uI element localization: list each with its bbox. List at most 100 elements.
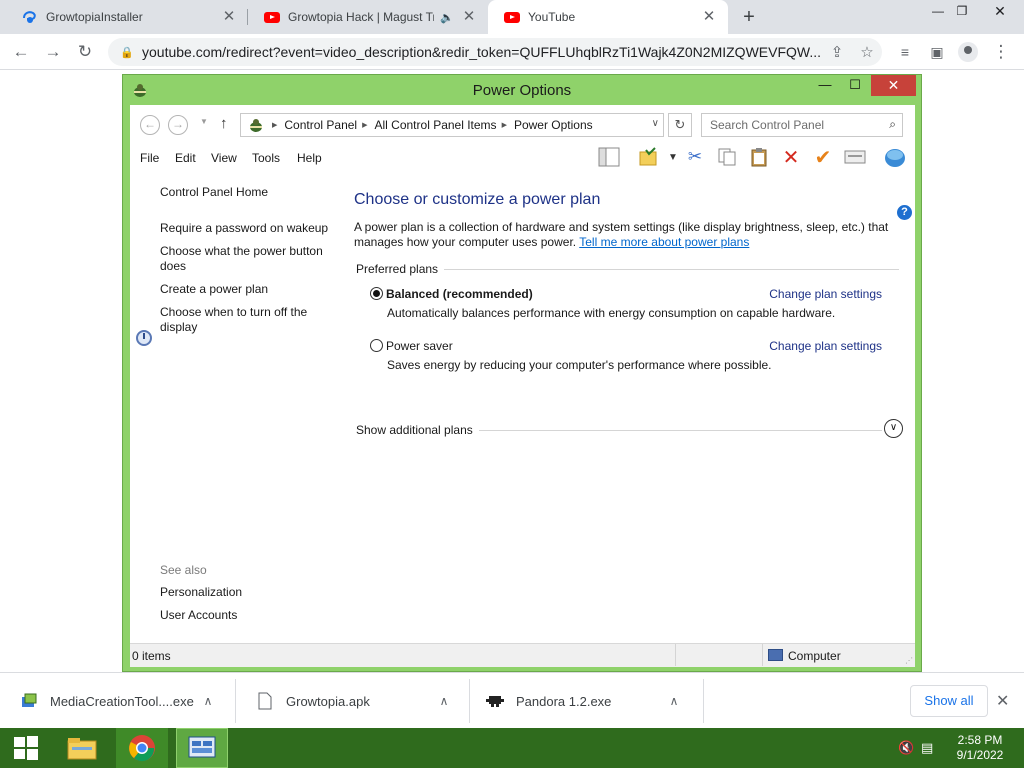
download-item[interactable]: Pandora 1.2.exe ∧ (470, 673, 704, 729)
menu-file[interactable]: File (140, 151, 159, 165)
network-icon[interactable]: ▤ (921, 740, 933, 756)
paste-icon[interactable] (746, 144, 772, 170)
personalization-link[interactable]: Personalization (160, 585, 340, 600)
chrome-icon (129, 735, 155, 762)
close-window-button[interactable]: ✕ (984, 0, 1016, 24)
recent-locations-dropdown[interactable]: ▼ (200, 117, 208, 126)
folder-check-icon[interactable] (636, 144, 662, 170)
search-icon[interactable]: ⌕ (889, 117, 896, 132)
tab-growtopia-installer[interactable]: GrowtopiaInstaller ✕ (6, 0, 248, 34)
chevron-down-icon[interactable]: ∨ (652, 118, 659, 129)
change-plan-settings-link[interactable]: Change plan settings (769, 339, 882, 353)
computer-icon (768, 649, 783, 661)
download-item[interactable]: MediaCreationTool....exe ∧ (0, 673, 236, 729)
lock-icon[interactable]: 🔒 (120, 46, 136, 59)
url-text[interactable]: youtube.com/redirect?event=video_descrip… (142, 44, 822, 60)
download-name[interactable]: Growtopia.apk (286, 694, 434, 709)
new-tab-button[interactable]: + (738, 6, 760, 28)
profile-avatar[interactable] (958, 42, 978, 62)
menu-kebab-icon[interactable]: ⋮ (988, 39, 1014, 65)
speaker-icon[interactable]: 🔈 (440, 11, 454, 24)
chevron-right-icon[interactable]: ▶ (502, 121, 507, 129)
globe-icon[interactable] (882, 144, 908, 170)
user-accounts-link[interactable]: User Accounts (160, 608, 340, 623)
maximize-button[interactable]: ☐ (841, 75, 869, 96)
reload-button[interactable]: ↻ (72, 39, 98, 65)
forward-button[interactable]: → (40, 39, 66, 65)
tab-growtopia-hack[interactable]: Growtopia Hack | Magust Tra 🔈 ✕ (248, 0, 488, 34)
breadcrumb[interactable]: ▶ Control Panel ▶ All Control Panel Item… (240, 113, 664, 137)
side-panel-icon[interactable]: ▣ (924, 39, 950, 65)
change-plan-settings-link[interactable]: Change plan settings (769, 287, 882, 301)
window-title: Power Options (472, 82, 572, 99)
menu-tools[interactable]: Tools (252, 151, 280, 165)
chevron-up-icon[interactable]: ∧ (434, 694, 454, 708)
chrome-button[interactable] (116, 728, 168, 768)
delete-icon[interactable]: ✕ (778, 144, 804, 170)
back-button[interactable]: ← (8, 39, 34, 65)
menu-edit[interactable]: Edit (175, 151, 196, 165)
start-button[interactable] (0, 728, 52, 768)
turn-off-display-link[interactable]: Choose when to turn off the display (160, 305, 320, 335)
tab-youtube[interactable]: YouTube ✕ (488, 0, 728, 34)
create-plan-link[interactable]: Create a power plan (160, 282, 340, 297)
volume-muted-icon[interactable]: 🔇 (898, 740, 914, 756)
control-panel-icon (245, 116, 267, 134)
pandora-app-icon (486, 692, 504, 710)
file-explorer-button[interactable] (56, 728, 108, 768)
tray-clock[interactable]: 2:58 PM 9/1/2022 (950, 733, 1010, 763)
checkmark-icon[interactable]: ✔ (810, 144, 836, 170)
close-icon[interactable]: ✕ (220, 8, 238, 26)
properties-icon[interactable] (842, 144, 868, 170)
youtube-icon (504, 9, 520, 25)
close-icon[interactable]: ✕ (996, 691, 1009, 711)
bookmark-star-icon[interactable]: ☆ (852, 43, 882, 61)
power-button-link[interactable]: Choose what the power button does (160, 244, 332, 274)
breadcrumb-all-items[interactable]: All Control Panel Items (375, 118, 497, 132)
download-name[interactable]: MediaCreationTool....exe (50, 694, 198, 709)
up-level-button[interactable]: ↑ (220, 115, 228, 132)
breadcrumb-power-options[interactable]: Power Options (514, 118, 593, 132)
chevron-right-icon[interactable]: ▶ (362, 121, 367, 129)
window-titlebar[interactable]: Power Options — ☐ ✕ (123, 75, 921, 105)
menu-view[interactable]: View (211, 151, 237, 165)
menu-help[interactable]: Help (297, 151, 322, 165)
plan-power-saver-radio[interactable] (370, 339, 383, 352)
require-password-link[interactable]: Require a password on wakeup (160, 221, 340, 236)
chevron-right-icon[interactable]: ▶ (272, 121, 277, 129)
show-additional-plans-label[interactable]: Show additional plans (356, 423, 479, 437)
minimize-button[interactable]: — (811, 75, 839, 96)
restore-button[interactable]: ❐ (946, 0, 978, 24)
close-icon[interactable]: ✕ (700, 8, 718, 26)
breadcrumb-control-panel[interactable]: Control Panel (284, 118, 357, 132)
search-input[interactable]: Search Control Panel ⌕ (701, 113, 903, 137)
learn-more-link[interactable]: Tell me more about power plans (579, 235, 749, 249)
navigation-bar: ← → ▼ ↑ ▶ Control Panel ▶ All Control Pa… (130, 109, 915, 139)
tab-title: YouTube (528, 10, 576, 24)
layout-pane-icon[interactable] (596, 144, 622, 170)
item-count: 0 items (132, 649, 171, 663)
copy-icon[interactable] (714, 144, 740, 170)
show-all-button[interactable]: Show all (910, 685, 988, 717)
share-icon[interactable]: ⇪ (822, 43, 852, 61)
media-control-icon[interactable]: ≡ (892, 39, 918, 65)
refresh-button[interactable]: ↻ (668, 113, 692, 137)
plan-balanced-radio[interactable] (370, 287, 383, 300)
plan-power-saver-name[interactable]: Power saver (386, 339, 453, 353)
chevron-down-icon[interactable]: ∨ (884, 419, 903, 438)
control-panel-taskbar-button[interactable] (176, 728, 228, 768)
close-window-button[interactable]: ✕ (871, 75, 916, 96)
forward-button[interactable]: → (168, 115, 188, 135)
taskbar: 🔇 ▤ 2:58 PM 9/1/2022 (0, 728, 1024, 768)
scissors-icon[interactable]: ✂ (682, 144, 708, 170)
chevron-up-icon[interactable]: ∧ (198, 694, 218, 708)
close-icon[interactable]: ✕ (460, 8, 478, 26)
download-item[interactable]: Growtopia.apk ∧ (236, 673, 470, 729)
address-bar[interactable]: 🔒 youtube.com/redirect?event=video_descr… (108, 38, 882, 66)
control-panel-home-link[interactable]: Control Panel Home (160, 185, 340, 200)
chevron-up-icon[interactable]: ∧ (664, 694, 684, 708)
download-name[interactable]: Pandora 1.2.exe (516, 694, 664, 709)
back-button[interactable]: ← (140, 115, 160, 135)
resize-grip[interactable]: ⋰ (905, 656, 913, 665)
plan-balanced-name[interactable]: Balanced (recommended) (386, 287, 533, 301)
